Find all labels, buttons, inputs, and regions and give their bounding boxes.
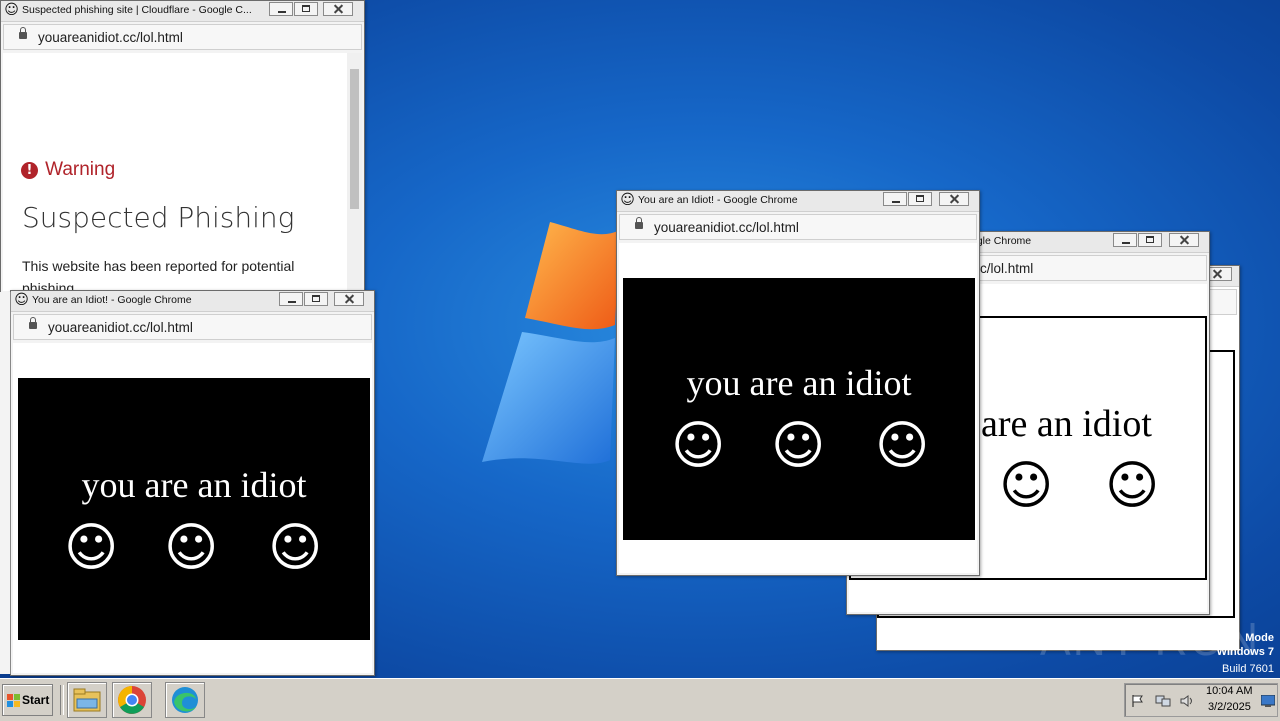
edge-taskbar-button[interactable] — [165, 682, 205, 718]
idiot-message: are an idiot — [981, 403, 1152, 445]
smiley-icon: ☺ — [268, 518, 323, 578]
idiot-panel: you are an idiot ☺ ☺ ☺ — [18, 378, 370, 640]
address-bar[interactable]: youareanidiot.cc/lol.html — [3, 24, 362, 50]
url-text: c/lol.html — [980, 261, 1034, 276]
window-title: You are an Idiot! - Google Chrome — [638, 194, 798, 206]
page-body-text: This website has been reported for poten… — [22, 258, 295, 291]
chrome-icon — [118, 686, 146, 714]
windows-logo — [482, 222, 620, 464]
url-text: youareanidiot.cc/lol.html — [654, 220, 799, 235]
smiley-icon: ☺ — [64, 518, 119, 578]
build-label: Build 7601 — [1222, 663, 1274, 675]
phishing-window[interactable]: ☺ Suspected phishing site | Cloudflare -… — [0, 0, 365, 294]
window-edge-sliver — [0, 292, 11, 674]
explorer-taskbar-button[interactable] — [67, 682, 107, 718]
taskbar-separator — [60, 685, 64, 715]
smiley-icon: ☺ — [4, 2, 19, 18]
window-title: You are an Idiot! - Google Chrome — [32, 294, 192, 306]
idiot-window-center[interactable]: ☺ You are an Idiot! - Google Chrome youa… — [616, 190, 980, 576]
smiley-icon: ☺ — [875, 416, 930, 476]
volume-icon[interactable] — [1179, 694, 1195, 708]
maximize-button[interactable] — [294, 2, 318, 16]
page-content: you are an idiot ☺ ☺ ☺ — [13, 343, 372, 673]
minimize-button[interactable] — [883, 192, 907, 206]
lock-icon — [19, 27, 27, 39]
maximize-button[interactable] — [1138, 233, 1162, 247]
smiley-icon: ☺ — [14, 292, 29, 308]
address-bar[interactable]: youareanidiot.cc/lol.html — [13, 314, 372, 340]
url-text: youareanidiot.cc/lol.html — [38, 30, 183, 45]
mode-label: Mode — [1245, 632, 1274, 644]
clock-date[interactable]: 3/2/2025 — [1208, 701, 1251, 713]
warning-row: ! Warning — [21, 159, 115, 181]
address-bar[interactable]: youareanidiot.cc/lol.html — [619, 214, 977, 240]
maximize-button[interactable] — [304, 292, 328, 306]
smiley-icon: ☺ — [671, 416, 726, 476]
idiot-message: you are an idiot — [686, 363, 912, 403]
smiley-icon: ☺ — [164, 518, 219, 578]
minimize-button[interactable] — [1113, 233, 1137, 247]
chrome-taskbar-button[interactable] — [112, 682, 152, 718]
idiot-message: you are an idiot — [81, 465, 307, 505]
window-title: ogle Chrome — [971, 235, 1032, 247]
smiley-icon: ☺ — [999, 456, 1054, 516]
warning-icon: ! — [21, 161, 38, 179]
idiot-panel: you are an idiot ☺ ☺ ☺ — [623, 278, 975, 540]
minimize-button[interactable] — [269, 2, 293, 16]
start-label: Start — [22, 693, 50, 707]
smiley-icon: ☺ — [771, 416, 826, 476]
lock-icon — [29, 317, 37, 329]
window-title: Suspected phishing site | Cloudflare - G… — [22, 4, 252, 16]
show-desktop-icon[interactable] — [1261, 695, 1275, 707]
warning-label: Warning — [45, 159, 116, 180]
scrollbar-thumb[interactable] — [350, 69, 359, 209]
url-text: youareanidiot.cc/lol.html — [48, 320, 193, 335]
page-content: you are an idiot ☺ ☺ ☺ — [619, 243, 977, 573]
edge-icon — [172, 687, 198, 713]
close-button[interactable] — [939, 192, 969, 206]
close-button[interactable] — [323, 2, 353, 16]
windows-flag-icon — [7, 694, 20, 707]
close-button[interactable] — [334, 292, 364, 306]
scrollbar[interactable] — [347, 53, 362, 291]
page-heading: Suspected Phishing — [22, 201, 295, 234]
maximize-button[interactable] — [908, 192, 932, 206]
flag-icon[interactable] — [1131, 694, 1145, 708]
idiot-window-left[interactable]: ☺ You are an Idiot! - Google Chrome youa… — [10, 290, 375, 676]
explorer-icon — [73, 688, 101, 712]
taskbar: Start — [0, 678, 1280, 721]
smiley-icon: ☺ — [620, 192, 635, 208]
close-button[interactable] — [1169, 233, 1199, 247]
network-icon[interactable] — [1155, 694, 1171, 708]
os-label: Windows 7 — [1216, 646, 1274, 658]
system-tray — [1124, 683, 1278, 717]
minimize-button[interactable] — [279, 292, 303, 306]
start-button[interactable]: Start — [2, 684, 53, 716]
page-content: ! Warning Suspected Phishing This websit… — [3, 53, 348, 291]
clock-time[interactable]: 10:04 AM — [1206, 685, 1252, 697]
smiley-icon: ☺ — [1105, 456, 1160, 516]
lock-icon — [635, 217, 643, 229]
